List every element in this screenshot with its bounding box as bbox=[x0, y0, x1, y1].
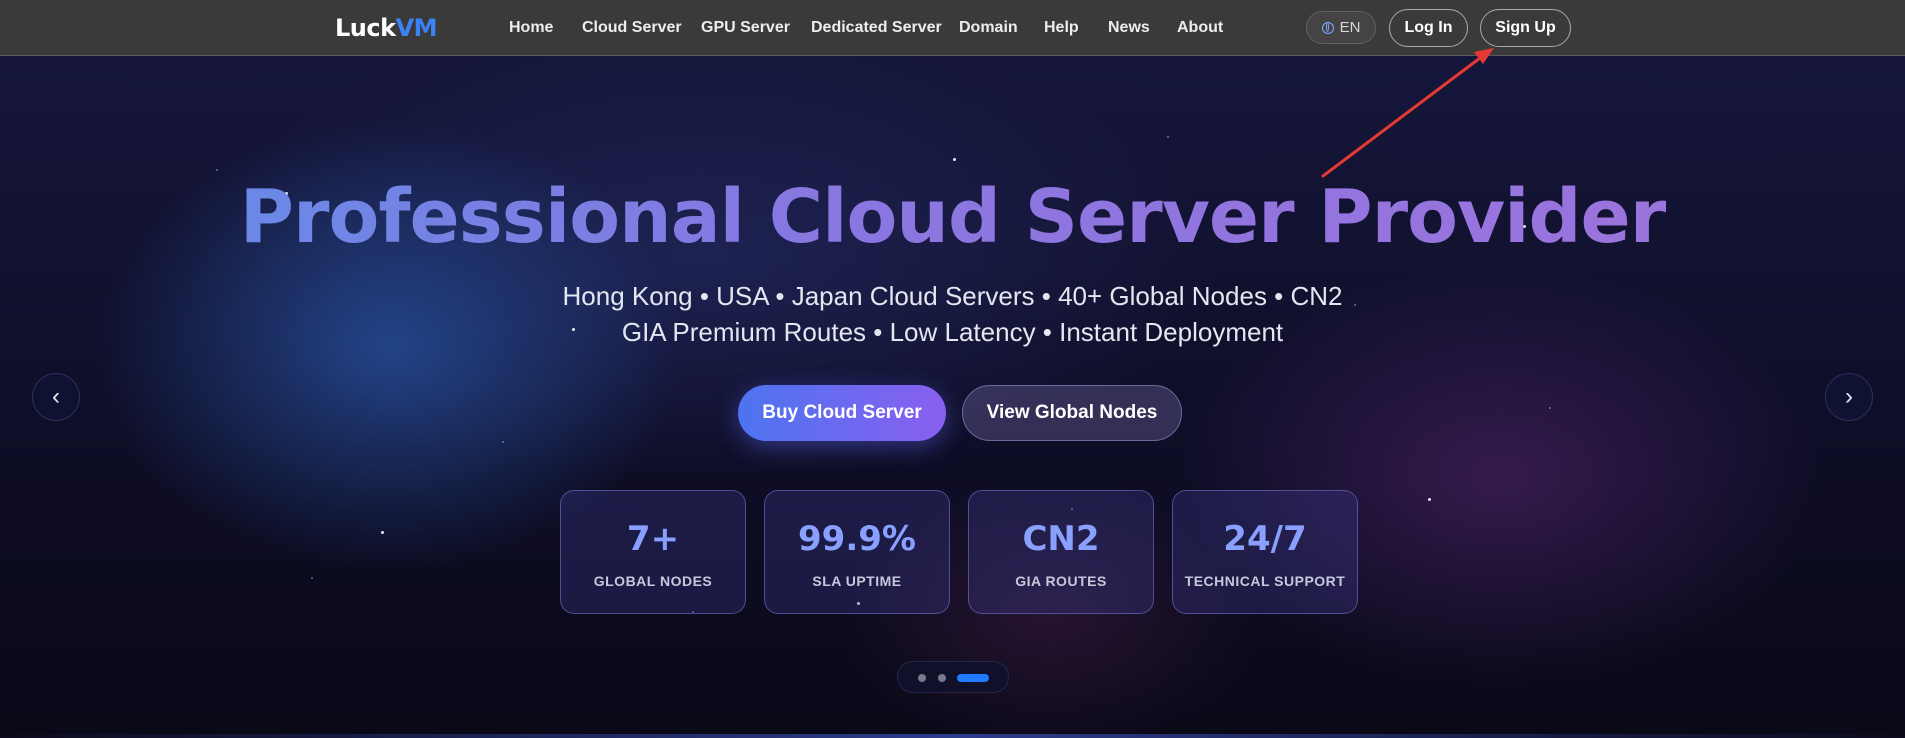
carousel-dot-3-active[interactable] bbox=[957, 674, 989, 682]
star-decoration bbox=[953, 158, 956, 161]
stat-card-gia-routes: CN2 GIA ROUTES bbox=[968, 490, 1154, 614]
hero-section: Professional Cloud Server Provider Hong … bbox=[0, 56, 1905, 738]
stat-label: GLOBAL NODES bbox=[593, 573, 713, 589]
stat-value: 7+ bbox=[626, 519, 680, 559]
logo-text-luck: Luck bbox=[335, 14, 396, 42]
stat-value: 99.9% bbox=[798, 519, 916, 559]
stat-card-sla-uptime: 99.9% SLA UPTIME bbox=[764, 490, 950, 614]
nav-item-home[interactable]: Home bbox=[509, 19, 553, 37]
hero-title: Professional Cloud Server Provider bbox=[0, 174, 1905, 260]
carousel-next-button[interactable]: › bbox=[1825, 373, 1873, 421]
carousel-indicators bbox=[897, 661, 1009, 693]
nav-item-gpu-server[interactable]: GPU Server bbox=[701, 19, 790, 37]
nav-item-cloud-server[interactable]: Cloud Server bbox=[582, 19, 682, 37]
stat-label: SLA UPTIME bbox=[812, 573, 902, 589]
hero-subtitle-line-1: Hong Kong • USA • Japan Cloud Servers • … bbox=[562, 281, 1343, 311]
hero-subtitle-line-2: GIA Premium Routes • Low Latency • Insta… bbox=[621, 317, 1284, 347]
stat-value: CN2 bbox=[1022, 519, 1100, 559]
section-divider bbox=[0, 734, 1905, 738]
globe-icon bbox=[1321, 21, 1334, 34]
nav-item-domain[interactable]: Domain bbox=[959, 19, 1018, 37]
stat-value: 24/7 bbox=[1223, 519, 1307, 559]
nav-item-dedicated-server[interactable]: Dedicated Server bbox=[811, 19, 942, 37]
stat-label: TECHNICAL SUPPORT bbox=[1184, 573, 1346, 589]
star-decoration bbox=[381, 531, 384, 534]
stat-label: GIA ROUTES bbox=[1015, 573, 1107, 589]
signup-button[interactable]: Sign Up bbox=[1480, 9, 1571, 47]
nav-item-about[interactable]: About bbox=[1177, 19, 1223, 37]
carousel-dot-1[interactable] bbox=[918, 674, 926, 682]
login-button[interactable]: Log In bbox=[1389, 9, 1468, 47]
star-decoration bbox=[502, 441, 504, 443]
star-decoration bbox=[1428, 498, 1431, 501]
star-decoration bbox=[1549, 407, 1551, 409]
top-navbar: LuckVM Home Cloud Server GPU Server Dedi… bbox=[0, 0, 1905, 56]
language-label: EN bbox=[1339, 19, 1361, 36]
star-decoration bbox=[216, 169, 218, 171]
nav-item-news[interactable]: News bbox=[1108, 19, 1150, 37]
logo[interactable]: LuckVM bbox=[335, 14, 438, 42]
buy-cloud-server-button[interactable]: Buy Cloud Server bbox=[738, 385, 946, 441]
carousel-dot-2[interactable] bbox=[938, 674, 946, 682]
logo-text-vm: VM bbox=[395, 14, 438, 42]
star-decoration bbox=[1354, 304, 1356, 306]
language-selector[interactable]: EN bbox=[1306, 11, 1376, 44]
star-decoration bbox=[311, 577, 313, 579]
stat-card-technical-support: 24/7 TECHNICAL SUPPORT bbox=[1172, 490, 1358, 614]
star-decoration bbox=[1167, 136, 1169, 138]
view-global-nodes-button[interactable]: View Global Nodes bbox=[962, 385, 1182, 441]
nav-item-help[interactable]: Help bbox=[1044, 19, 1079, 37]
carousel-prev-button[interactable]: ‹ bbox=[32, 373, 80, 421]
stat-card-global-nodes: 7+ GLOBAL NODES bbox=[560, 490, 746, 614]
hero-subtitle: Hong Kong • USA • Japan Cloud Servers • … bbox=[560, 278, 1345, 350]
